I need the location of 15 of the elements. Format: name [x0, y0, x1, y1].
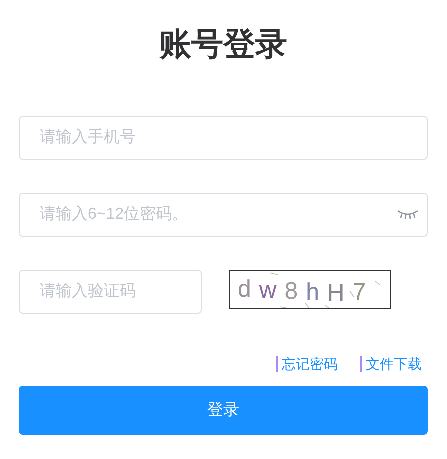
eye-closed-icon[interactable] — [397, 209, 419, 221]
login-button[interactable]: 登录 — [19, 386, 428, 435]
text-link[interactable]: 忘记密码 — [276, 356, 338, 372]
captcha-character: H — [327, 282, 345, 306]
text-link[interactable]: 文件下载 — [360, 356, 422, 372]
phone-field[interactable]: 请输入手机号 — [19, 116, 428, 160]
password-field[interactable]: 请输入6~12位密码。 — [19, 193, 428, 237]
captcha-character: w — [259, 278, 277, 302]
captcha-character: d — [238, 278, 252, 302]
captcha-character: 7 — [352, 280, 366, 304]
captcha-field[interactable]: 请输入验证码 — [19, 270, 202, 314]
captcha-character: 8 — [284, 280, 298, 304]
page-title: 账号登录 — [158, 25, 288, 64]
captcha-image[interactable]: d w 8 h H 7 — [229, 270, 391, 309]
captcha-character: h — [306, 280, 320, 304]
